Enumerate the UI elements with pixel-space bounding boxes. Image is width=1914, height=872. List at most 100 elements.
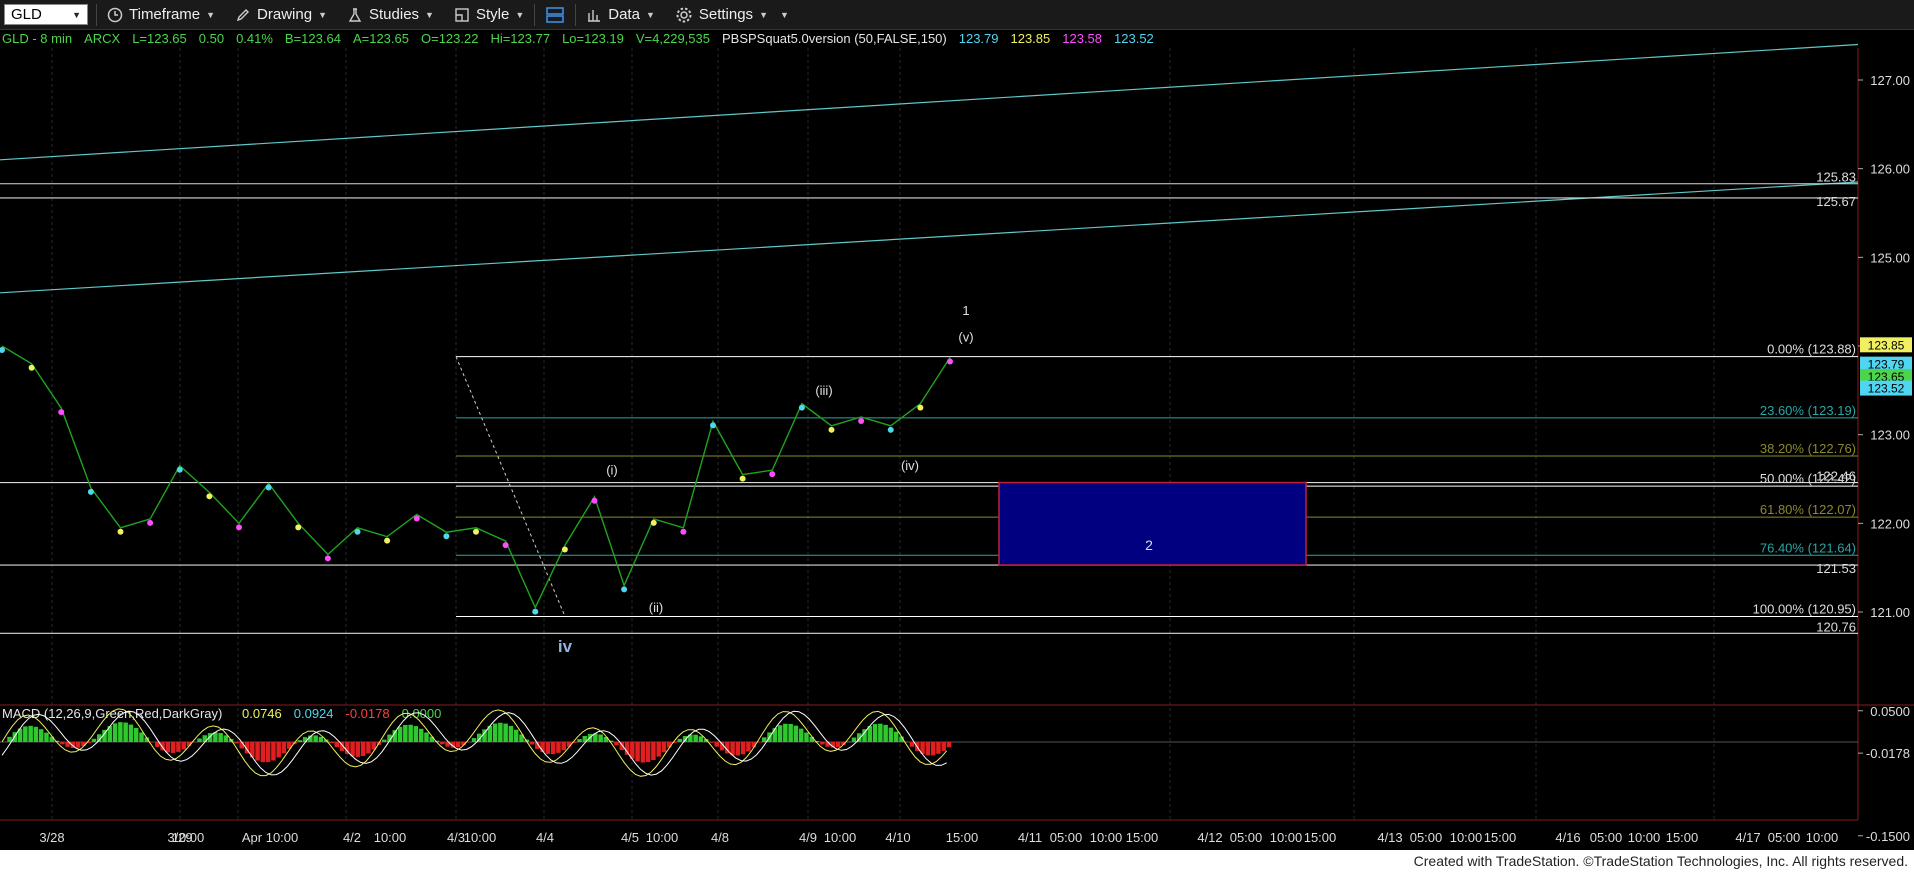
header-item-12: 123.79 <box>959 31 999 46</box>
x-tick-label-35: 10:00 <box>1806 830 1839 845</box>
y-tick-label-0: 127.00 <box>1870 73 1910 88</box>
macd-title: MACD (12,26,9,Green,Red,DarkGray) <box>2 706 222 721</box>
x-tick-label-34: 05:00 <box>1768 830 1801 845</box>
macd-bar-8 <box>44 732 49 742</box>
price-point-24 <box>710 422 716 429</box>
macd-bar-95 <box>503 723 508 742</box>
macd-bar-178 <box>941 742 946 751</box>
x-tick-label-28: 15:00 <box>1484 830 1517 845</box>
macd-signal-line <box>1 710 947 776</box>
x-tick-label-29: 4/16 <box>1555 830 1580 845</box>
macd-bar-50 <box>265 742 271 763</box>
price-point-4 <box>117 528 124 535</box>
style-icon <box>455 7 469 22</box>
last-price-tag-text-1: 123.85 <box>1868 338 1905 352</box>
macd-bar-131 <box>693 734 698 742</box>
macd-bar-128 <box>677 738 683 742</box>
macd-bar-106 <box>561 742 566 751</box>
price-point-22 <box>650 519 657 526</box>
symbol-input[interactable]: GLD ▼ <box>4 4 88 25</box>
header-item-14: 123.58 <box>1062 31 1102 46</box>
timeframe-menu[interactable]: Timeframe ▼ <box>97 0 225 29</box>
macd-bar-126 <box>667 742 672 748</box>
x-tick-label-7: 4/3 <box>447 830 465 845</box>
wave-label-4: (i) <box>606 463 618 478</box>
macd-bar-104 <box>550 742 556 755</box>
macd-bar-129 <box>682 736 688 742</box>
price-chart[interactable]: GLD - 8 min ARCX L=123.65 0.50 0.41% B=123.64… <box>0 30 1914 850</box>
macd-bar-34 <box>181 742 186 750</box>
header-item-4: 0.41% <box>236 31 273 46</box>
header-item-6: A=123.65 <box>353 31 409 46</box>
drawing-menu[interactable]: Drawing ▼ <box>225 0 337 29</box>
macd-bar-151 <box>798 728 804 742</box>
header-item-8: Hi=123.77 <box>490 31 550 46</box>
style-menu[interactable]: Style ▼ <box>444 0 534 29</box>
price-point-8 <box>236 524 242 531</box>
macd-bar-119 <box>630 742 635 759</box>
macd-bar-14 <box>75 742 81 748</box>
macd-bar-31 <box>165 742 171 753</box>
layout-button[interactable] <box>535 0 575 29</box>
clock-icon <box>107 7 123 22</box>
data-menu[interactable]: Data ▼ <box>576 0 665 29</box>
price-point-6 <box>176 466 183 473</box>
x-tick-label-25: 4/13 <box>1377 830 1402 845</box>
settings-menu[interactable]: Settings ▼ ▼ <box>665 0 799 29</box>
x-tick-label-9: 4/4 <box>536 830 554 845</box>
x-tick-label-3: Apr <box>242 830 263 845</box>
macd-bar-7 <box>38 729 44 742</box>
macd-bar-144 <box>762 737 767 742</box>
macd-bar-25 <box>133 727 139 742</box>
price-point-23 <box>680 528 687 535</box>
macd-bar-149 <box>788 723 793 742</box>
x-tick-label-4: 10:00 <box>266 830 299 845</box>
macd-bar-134 <box>709 742 714 743</box>
fib-level-label-4: 61.80% (122.07) <box>1760 502 1856 517</box>
y-tick-label-6: 121.00 <box>1870 605 1910 620</box>
macd-bar-123 <box>651 742 656 761</box>
macd-bar-68 <box>360 742 366 756</box>
x-tick-label-22: 05:00 <box>1230 830 1263 845</box>
macd-bar-167 <box>883 724 888 742</box>
wave-label-2: (iii) <box>815 383 832 398</box>
macd-bar-86 <box>455 742 461 748</box>
macd-bar-122 <box>645 742 651 763</box>
header-item-10: V=4,229,535 <box>636 31 710 46</box>
macd-bar-21 <box>112 723 118 742</box>
wave-label-3: (iv) <box>901 458 919 473</box>
macd-bar-77 <box>408 724 413 742</box>
price-point-29 <box>858 417 865 424</box>
price-point-31 <box>917 404 924 411</box>
macd-bar-148 <box>783 723 788 742</box>
macd-bar-165 <box>872 724 878 742</box>
target-box-label: 2 <box>1145 537 1153 553</box>
x-tick-label-31: 10:00 <box>1628 830 1661 845</box>
chart-toolbar: GLD ▼ Timeframe ▼ Drawing ▼ Studies ▼ St… <box>0 0 1914 30</box>
price-point-11 <box>324 555 331 562</box>
y-tick-label-2: 125.00 <box>1870 250 1910 265</box>
price-label-4: 120.76 <box>1816 619 1856 634</box>
price-point-25 <box>739 475 746 482</box>
timeframe-label: Timeframe <box>129 6 201 23</box>
fib-level-label-0: 0.00% (123.88) <box>1767 342 1856 357</box>
macd-bar-172 <box>909 742 915 747</box>
fib-level-label-6: 100.00% (120.95) <box>1753 601 1856 616</box>
macd-bar-23 <box>123 722 128 742</box>
x-tick-label-15: 4/10 <box>885 830 910 845</box>
price-label-1: 125.67 <box>1816 194 1856 209</box>
macd-bar-24 <box>128 724 134 742</box>
macd-bar-42 <box>223 735 229 742</box>
macd-bar-78 <box>413 726 419 742</box>
macd-bar-26 <box>139 732 144 742</box>
wave-label-0: 1 <box>962 303 969 318</box>
wave-label-6: iv <box>558 637 573 656</box>
macd-bar-22 <box>118 722 123 742</box>
macd-bar-113 <box>598 734 603 742</box>
x-tick-label-33: 4/17 <box>1735 830 1760 845</box>
price-point-28 <box>828 426 835 433</box>
chevron-down-icon: ▼ <box>206 9 216 20</box>
fib-level-label-5: 76.40% (121.64) <box>1760 540 1856 555</box>
studies-menu[interactable]: Studies ▼ <box>337 0 444 29</box>
x-tick-label-8: 10:00 <box>464 830 497 845</box>
